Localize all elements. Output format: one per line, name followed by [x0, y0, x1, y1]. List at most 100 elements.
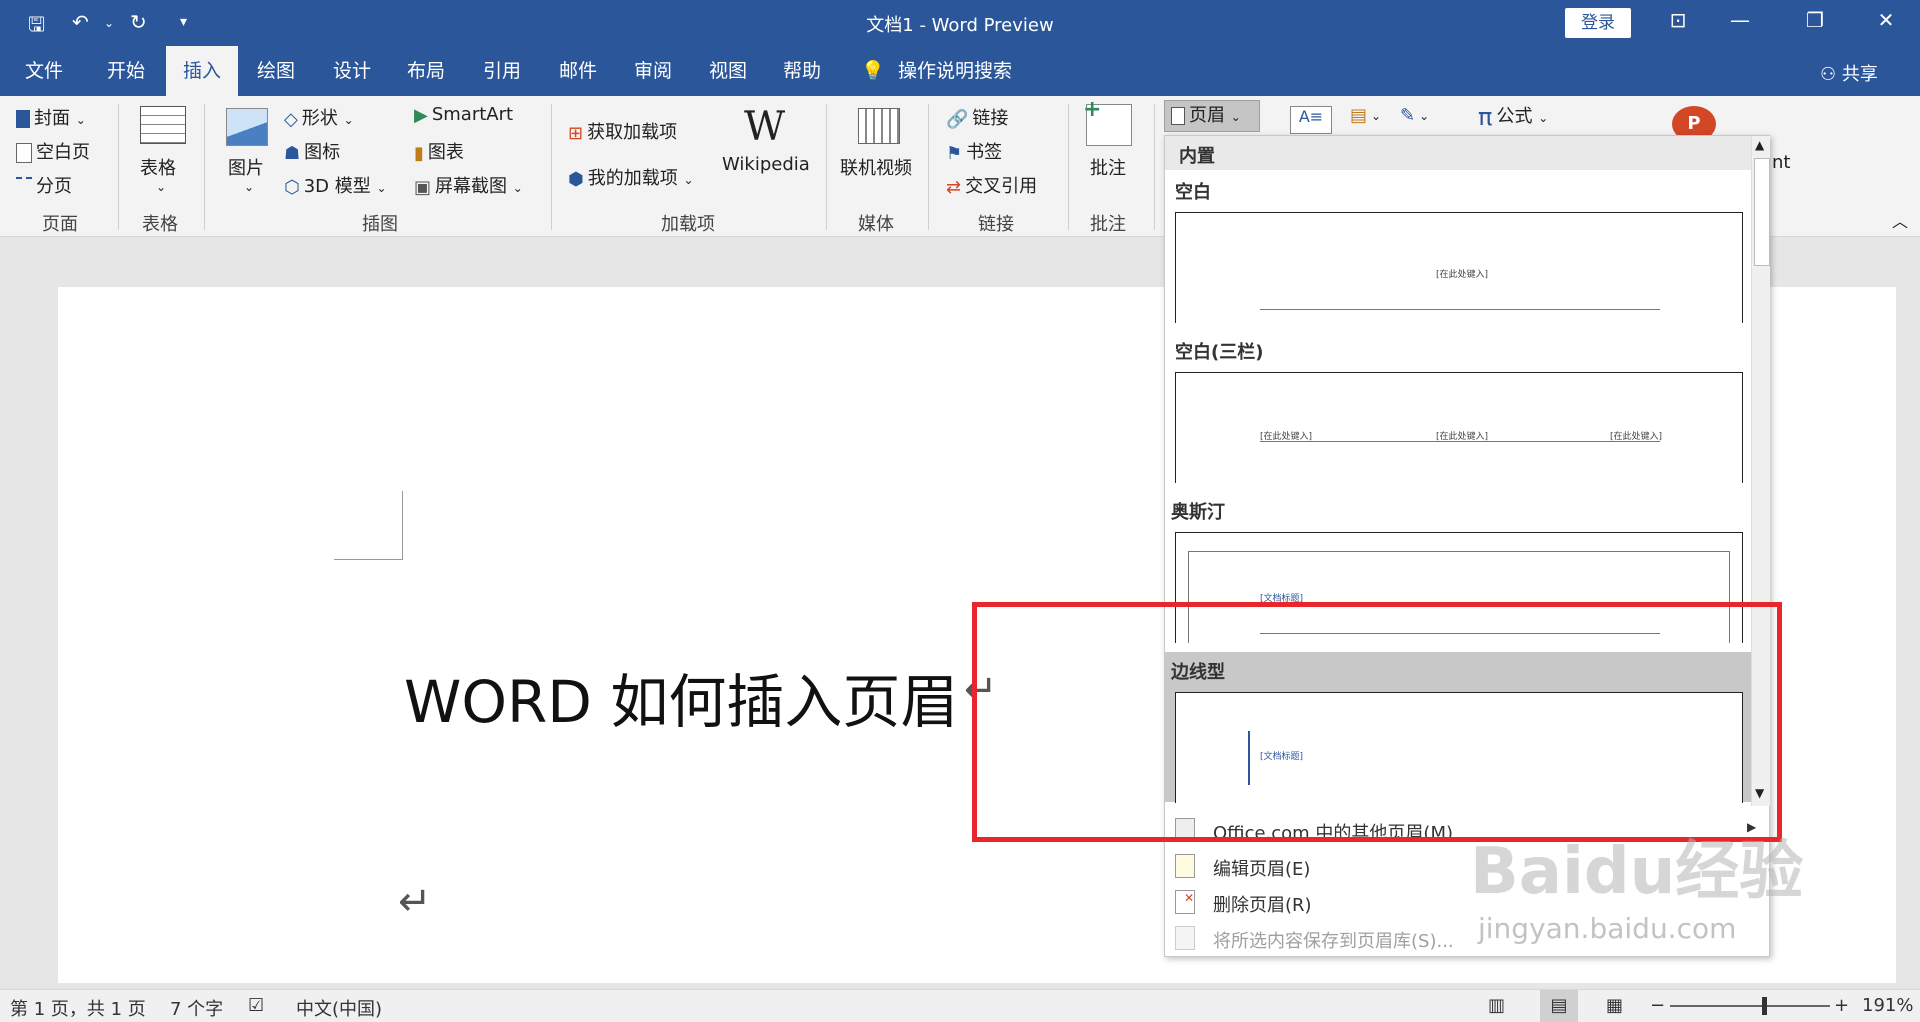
zoom-slider[interactable] — [1670, 1005, 1830, 1007]
bookmark-button[interactable]: ⚑ 书签 — [946, 138, 1002, 164]
page-break-button[interactable]: 分页 — [16, 172, 72, 198]
tab-review[interactable]: 审阅 — [623, 46, 683, 96]
chart-icon: ▮ — [414, 142, 424, 164]
chevron-down-icon: ⌄ — [244, 180, 255, 194]
gallery-item-blank[interactable]: [在此处键入] — [1175, 212, 1743, 323]
remove-header-icon: ✕ — [1175, 890, 1195, 914]
document-title[interactable]: WORD 如何插入页眉 — [404, 655, 958, 739]
screenshot-button[interactable]: ▣ 屏幕截图 ⌄ — [414, 172, 523, 198]
cross-reference-button[interactable]: ⇄ 交叉引用 — [946, 172, 1037, 198]
equation-button[interactable]: π 公式 ⌄ — [1478, 102, 1548, 131]
icons-icon: ☗ — [284, 142, 301, 164]
page-break-icon — [16, 177, 32, 197]
header-rule — [1260, 309, 1660, 310]
header-rule — [1260, 441, 1660, 442]
chevron-down-icon: ⌄ — [376, 181, 387, 195]
blank-page-button[interactable]: 空白页 — [16, 138, 90, 164]
lightbulb-icon: 💡 — [861, 60, 885, 82]
chevron-down-icon: ⌄ — [156, 180, 167, 194]
group-label-addins: 加载项 — [661, 214, 715, 235]
header-label: 页眉 — [1189, 105, 1225, 126]
group-separator — [928, 104, 929, 230]
restore-icon[interactable]: ❐ — [1795, 8, 1835, 32]
share-button[interactable]: ⚇ 共享 — [1820, 60, 1878, 86]
3d-models-button[interactable]: ⬡ 3D 模型 ⌄ — [284, 172, 387, 198]
gallery-item-blank-three-column[interactable]: [在此处键入] [在此处键入] [在此处键入] — [1175, 372, 1743, 483]
gallery-item-title: 空白(三栏) — [1175, 342, 1264, 363]
pictures-button[interactable]: 图片 — [228, 154, 264, 180]
print-layout-icon[interactable]: ▤ — [1540, 990, 1578, 1022]
word-count[interactable]: 7 个字 — [170, 995, 223, 1021]
margin-corner-marker — [334, 491, 403, 560]
page-count[interactable]: 第 1 页，共 1 页 — [10, 995, 146, 1021]
group-label-links: 链接 — [978, 214, 1014, 235]
tab-layout[interactable]: 布局 — [396, 46, 456, 96]
screenshot-label: 屏幕截图 — [435, 176, 508, 197]
group-label-tables: 表格 — [142, 214, 178, 235]
quick-parts-button[interactable]: ▤ ⌄ — [1350, 104, 1381, 126]
signature-line-button[interactable]: ✎ ⌄ — [1400, 104, 1429, 126]
header-button[interactable]: 页眉 ⌄ — [1164, 100, 1260, 132]
zoom-slider-thumb[interactable] — [1762, 997, 1767, 1015]
menu-item-label: 删除页眉(R) — [1213, 895, 1312, 916]
group-separator — [204, 104, 205, 230]
tab-home[interactable]: 开始 — [96, 46, 156, 96]
placeholder-text: [在此处键入] — [1436, 270, 1489, 280]
cover-page-button[interactable]: 封面 ⌄ — [16, 104, 86, 130]
chevron-down-icon: ⌄ — [512, 181, 523, 195]
comment-button[interactable]: 批注 — [1090, 154, 1126, 180]
language-status[interactable]: 中文(中国) — [296, 995, 382, 1021]
chevron-down-icon: ⌄ — [1538, 111, 1549, 125]
smartart-label: SmartArt — [431, 104, 514, 125]
get-addins-button[interactable]: ⊞ 获取加载项 — [568, 118, 677, 144]
baidu-watermark-url: jingyan.baidu.com — [1478, 912, 1737, 945]
close-icon[interactable]: ✕ — [1866, 8, 1906, 32]
tab-view[interactable]: 视图 — [698, 46, 758, 96]
my-addins-label: 我的加载项 — [587, 168, 678, 189]
equation-label: 公式 — [1496, 106, 1533, 127]
chart-label: 图表 — [427, 142, 464, 163]
zoom-in-icon[interactable]: + — [1834, 995, 1849, 1016]
zoom-out-icon[interactable]: − — [1650, 995, 1665, 1016]
text-box-icon[interactable]: A≡ — [1290, 106, 1332, 134]
tab-mailings[interactable]: 邮件 — [548, 46, 608, 96]
my-addins-button[interactable]: ⬢ 我的加载项 ⌄ — [568, 164, 694, 190]
cube-icon: ⬡ — [284, 176, 300, 198]
web-layout-icon[interactable]: ▦ — [1606, 995, 1623, 1016]
chart-button[interactable]: ▮ 图表 — [414, 138, 464, 164]
smartart-button[interactable]: ▶ SmartArt — [414, 104, 513, 126]
zoom-level[interactable]: 191% — [1862, 995, 1913, 1016]
table-button[interactable]: 表格 — [140, 154, 176, 180]
group-label-media: 媒体 — [858, 214, 894, 235]
minimize-icon[interactable]: — — [1720, 8, 1760, 32]
chevron-down-icon: ⌄ — [683, 173, 694, 187]
read-mode-icon[interactable]: ▥ — [1488, 995, 1505, 1016]
get-addins-label: 获取加载项 — [587, 122, 678, 143]
ribbon-display-options-icon[interactable]: ⊡ — [1658, 8, 1698, 32]
group-separator — [118, 104, 119, 230]
tell-me-search[interactable]: 操作说明搜索 — [898, 46, 1018, 96]
tab-design[interactable]: 设计 — [322, 46, 382, 96]
tab-help[interactable]: 帮助 — [772, 46, 832, 96]
shapes-button[interactable]: ◇ 形状 ⌄ — [284, 104, 354, 130]
pi-icon: π — [1478, 103, 1493, 131]
scroll-up-icon[interactable]: ▲ — [1755, 138, 1764, 152]
annotation-highlight-box — [972, 602, 1782, 842]
scrollbar-thumb[interactable] — [1754, 158, 1770, 266]
tab-references[interactable]: 引用 — [472, 46, 532, 96]
collapse-ribbon-icon[interactable]: ︿ — [1892, 208, 1908, 232]
online-video-button[interactable]: 联机视频 — [840, 154, 912, 180]
link-button[interactable]: 🔗 链接 — [946, 104, 1008, 130]
login-button[interactable]: 登录 — [1565, 8, 1631, 38]
tab-insert[interactable]: 插入 — [166, 46, 238, 96]
person-icon: ⚇ — [1820, 64, 1842, 85]
chevron-down-icon: ⌄ — [1419, 109, 1430, 123]
tab-file[interactable]: 文件 — [14, 46, 74, 96]
wikipedia-button[interactable]: Wikipedia — [722, 154, 810, 175]
status-bar: 第 1 页，共 1 页 7 个字 ☑ 中文(中国) ▥ ▤ ▦ − + 191% — [0, 989, 1920, 1022]
proofing-icon[interactable]: ☑ — [248, 995, 264, 1016]
icons-button[interactable]: ☗ 图标 — [284, 138, 340, 164]
paragraph-mark-icon: ↵ — [398, 879, 432, 925]
tab-draw[interactable]: 绘图 — [246, 46, 306, 96]
bookmark-icon: ⚑ — [946, 142, 963, 164]
